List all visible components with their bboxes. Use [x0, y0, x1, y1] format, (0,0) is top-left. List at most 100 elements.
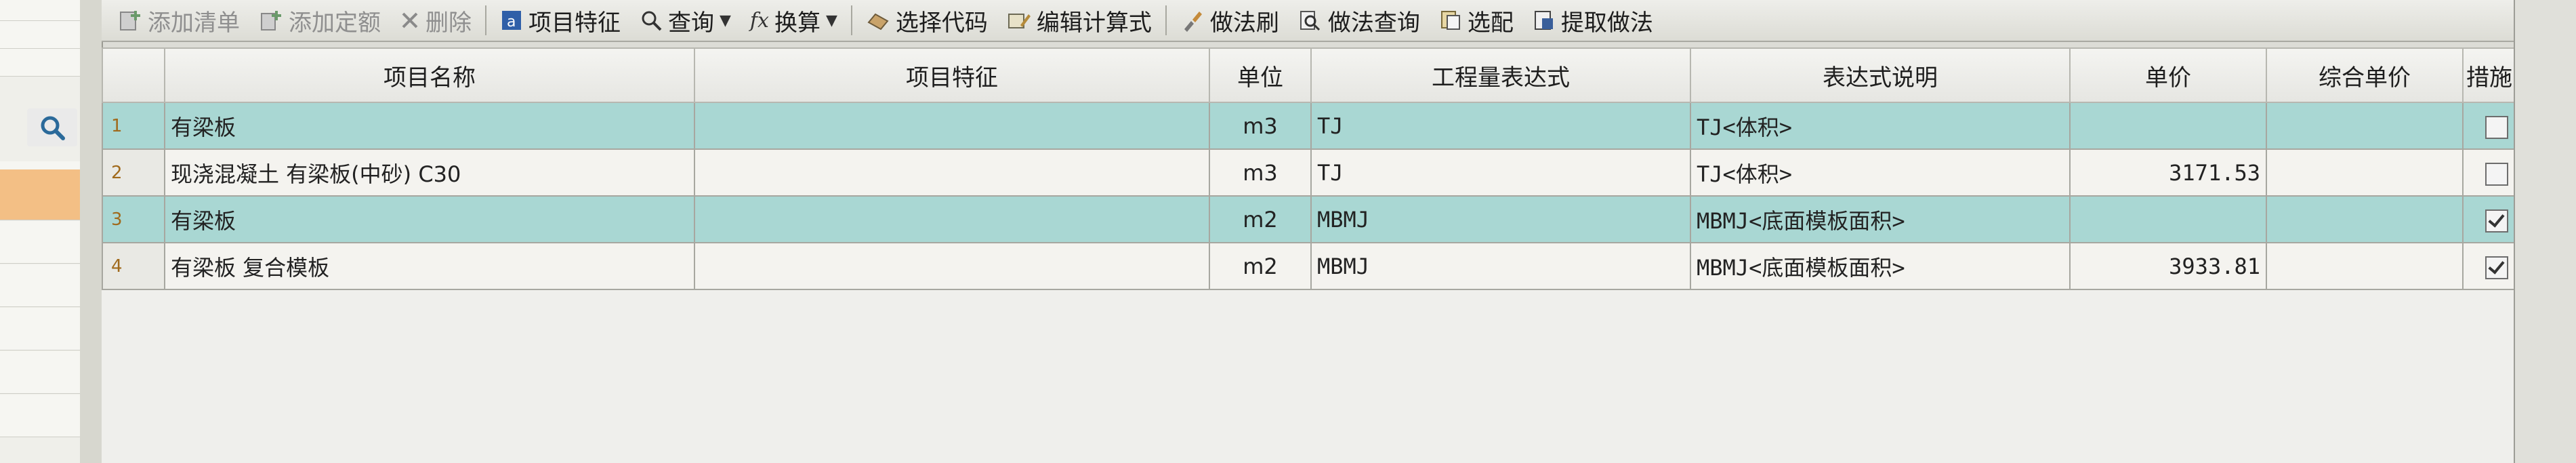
cell-measure[interactable] [2462, 102, 2515, 150]
query-button[interactable]: 查询 ▼ [630, 1, 741, 40]
add-quota-icon [261, 11, 281, 31]
add-quota-button[interactable]: 添加定额 [249, 1, 390, 40]
col-header-unit-price[interactable]: 单价 [2069, 47, 2267, 103]
left-list-item[interactable] [0, 0, 80, 21]
item-feature-button[interactable]: a 项目特征 [491, 1, 630, 40]
cell-unit-price[interactable]: 3933.81 [2069, 242, 2267, 290]
cell-expression-desc[interactable]: TJ<体积> [1690, 102, 2071, 150]
cell-feature[interactable] [694, 195, 1210, 243]
left-list-item[interactable] [0, 395, 80, 437]
edit-formula-icon [1007, 14, 1031, 28]
cell-unit[interactable]: m2 [1209, 195, 1312, 243]
cell-expression-desc[interactable]: MBMJ<底面模板面积> [1690, 195, 2071, 243]
cell-expression[interactable]: TJ [1310, 102, 1691, 150]
add-list-icon [120, 11, 140, 31]
row-number[interactable]: 4 [102, 242, 165, 290]
cell-name[interactable]: 有梁板 [164, 102, 695, 150]
match-label: 选配 [1467, 9, 1514, 37]
convert-button[interactable]: fx 换算 ▼ [741, 1, 847, 40]
left-list-item[interactable] [0, 21, 80, 49]
extract-method-button[interactable]: 提取做法 [1523, 1, 1663, 40]
search-button[interactable] [27, 108, 77, 146]
method-query-button[interactable]: 做法查询 [1289, 1, 1430, 40]
cell-measure[interactable] [2462, 148, 2515, 197]
extract-method-label: 提取做法 [1560, 9, 1653, 37]
cell-expression[interactable]: TJ [1310, 148, 1691, 197]
match-icon [1440, 11, 1460, 30]
cell-composite-price[interactable] [2266, 242, 2464, 290]
search-icon [41, 116, 65, 140]
col-header-composite-price[interactable]: 综合单价 [2266, 47, 2464, 103]
method-brush-button[interactable]: 做法刷 [1171, 1, 1289, 40]
col-header-measure[interactable]: 措施 [2462, 47, 2515, 103]
measure-checkbox[interactable] [2485, 256, 2508, 279]
cell-unit[interactable]: m2 [1209, 242, 1312, 290]
table-row[interactable]: 2 现浇混凝土 有梁板(中砂) C30 m3 TJ TJ<体积> 3171.53 [102, 148, 2515, 197]
left-list-item[interactable] [0, 351, 80, 394]
formula-icon: fx [749, 8, 769, 33]
toolbar-separator [485, 5, 486, 35]
convert-label: 换算 [774, 9, 820, 37]
cell-expression[interactable]: MBMJ [1310, 195, 1691, 243]
cell-name[interactable]: 现浇混凝土 有梁板(中砂) C30 [164, 148, 695, 197]
cell-name[interactable]: 有梁板 复合模板 [164, 242, 695, 290]
cell-composite-price[interactable] [2266, 102, 2464, 150]
table-row[interactable]: 4 有梁板 复合模板 m2 MBMJ MBMJ<底面模板面积> 3933.81 [102, 242, 2515, 290]
cell-composite-price[interactable] [2266, 148, 2464, 197]
method-brush-label: 做法刷 [1209, 9, 1279, 37]
left-panel-splitter[interactable] [80, 0, 102, 463]
cell-name[interactable]: 有梁板 [164, 195, 695, 243]
measure-checkbox[interactable] [2485, 209, 2508, 233]
left-list-item[interactable] [0, 264, 80, 307]
cell-expression-desc[interactable]: TJ<体积> [1690, 148, 2071, 197]
chevron-down-icon[interactable]: ▼ [720, 12, 731, 29]
row-number[interactable]: 2 [102, 148, 165, 197]
edit-formula-label: 编辑计算式 [1036, 9, 1152, 37]
measure-checkbox[interactable] [2485, 162, 2508, 186]
cell-feature[interactable] [694, 148, 1210, 197]
extract-method-icon [1534, 11, 1553, 30]
method-query-label: 做法查询 [1327, 9, 1420, 37]
method-grid: 项目名称 项目特征 单位 工程量表达式 表达式说明 单价 综合单价 措施 1 有梁… [102, 47, 2515, 463]
left-list-item-selected[interactable] [0, 169, 80, 220]
cell-measure[interactable] [2462, 195, 2515, 243]
select-code-label: 选择代码 [895, 9, 988, 37]
cell-unit-price[interactable]: 3171.53 [2069, 148, 2267, 197]
col-header-feature[interactable]: 项目特征 [694, 47, 1210, 103]
col-header-unit[interactable]: 单位 [1209, 47, 1312, 103]
cell-unit-price[interactable] [2069, 102, 2267, 150]
table-row[interactable]: 1 有梁板 m3 TJ TJ<体积> [102, 102, 2515, 150]
col-header-rownum [102, 47, 165, 103]
left-list-item[interactable] [0, 221, 80, 264]
add-quota-label: 添加定额 [289, 9, 381, 37]
table-row[interactable]: 3 有梁板 m2 MBMJ MBMJ<底面模板面积> [102, 195, 2515, 243]
svg-text:a: a [507, 14, 516, 31]
row-number[interactable]: 3 [102, 195, 165, 243]
right-panel [2514, 0, 2576, 463]
edit-formula-button[interactable]: 编辑计算式 [997, 1, 1161, 40]
item-feature-label: 项目特征 [528, 9, 621, 37]
cell-unit-price[interactable] [2069, 195, 2267, 243]
left-list-item[interactable] [0, 49, 80, 77]
measure-checkbox[interactable] [2485, 115, 2508, 139]
cell-measure[interactable] [2462, 242, 2515, 290]
col-header-name[interactable]: 项目名称 [164, 47, 695, 103]
col-header-expression[interactable]: 工程量表达式 [1310, 47, 1691, 103]
cell-unit[interactable]: m3 [1209, 102, 1312, 150]
match-button[interactable]: 选配 [1430, 1, 1523, 40]
chevron-down-icon[interactable]: ▼ [826, 12, 837, 29]
cell-expression-desc[interactable]: MBMJ<底面模板面积> [1690, 242, 2071, 290]
cell-feature[interactable] [694, 242, 1210, 290]
col-header-expression-desc[interactable]: 表达式说明 [1690, 47, 2071, 103]
cell-feature[interactable] [694, 102, 1210, 150]
select-code-button[interactable]: 选择代码 [856, 1, 997, 40]
toolbar-separator [1165, 5, 1167, 35]
add-list-button[interactable]: 添加清单 [108, 1, 249, 40]
cell-unit[interactable]: m3 [1209, 148, 1312, 197]
row-number[interactable]: 1 [102, 102, 165, 150]
method-table: 项目名称 项目特征 单位 工程量表达式 表达式说明 单价 综合单价 措施 1 有梁… [102, 47, 2515, 290]
cell-expression[interactable]: MBMJ [1310, 242, 1691, 290]
cell-composite-price[interactable] [2266, 195, 2464, 243]
left-list-item[interactable] [0, 308, 80, 350]
delete-button[interactable]: 删除 [390, 1, 481, 40]
